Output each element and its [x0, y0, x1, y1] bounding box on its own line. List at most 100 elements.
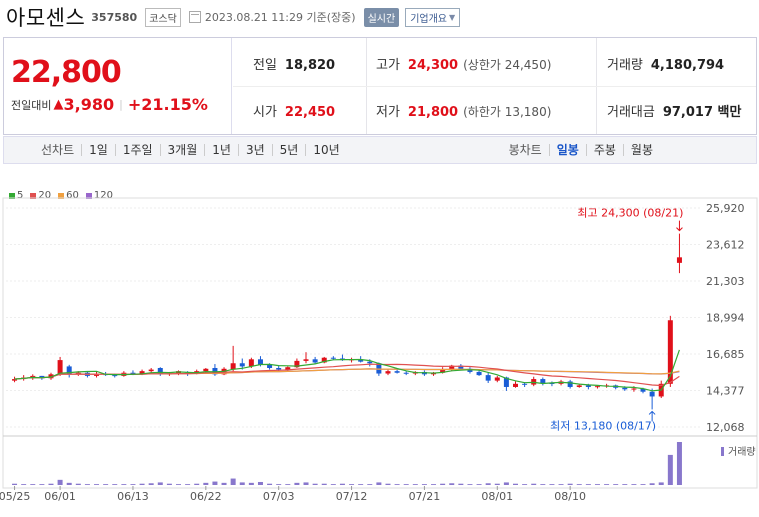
candle-body [321, 357, 327, 363]
upper-limit: (상한가 24,450) [463, 58, 552, 72]
volume-value: 4,180,794 [650, 58, 725, 73]
volume-bar [294, 482, 300, 485]
volume-bar [594, 484, 600, 485]
volume-bar [604, 484, 610, 485]
open-price: 시가 22,450 [253, 101, 335, 120]
volume-bar [667, 454, 673, 485]
volume-bar [257, 481, 263, 485]
volume-bar [531, 483, 537, 485]
candle-body [358, 359, 364, 362]
volume-bar [567, 483, 573, 485]
volume-bar [376, 482, 382, 485]
low-value: 21,800 [407, 105, 459, 120]
x-tick-label: 08/10 [554, 490, 586, 503]
volume-bar [467, 484, 473, 485]
chart-legend: 5 20 60 120 [9, 190, 113, 201]
volume-bar [30, 484, 36, 485]
up-triangle-icon: ▲ [53, 97, 64, 112]
candle-body [330, 357, 336, 359]
volume-bar [185, 484, 191, 485]
volume-bar [194, 483, 200, 485]
realtime-button[interactable]: 실시간 [363, 7, 400, 27]
prev-close-value: 18,820 [284, 58, 336, 73]
volume-bar [385, 483, 391, 485]
volume-bar [522, 484, 528, 485]
volume-bar [75, 483, 81, 485]
volume-bar [494, 483, 500, 485]
volume-bar [403, 484, 409, 485]
volume-bar [658, 482, 664, 485]
candle-body [549, 383, 555, 385]
volume-bar [513, 483, 518, 485]
legend-ma5: 5 [9, 190, 23, 201]
volume-bar [576, 484, 582, 485]
volume-bar [449, 483, 455, 485]
volume-bar [57, 479, 63, 485]
volume-bar [66, 482, 72, 485]
low-label: 저가 [376, 105, 400, 120]
period-daily[interactable]: 일봉 [548, 144, 586, 156]
volume-bar [48, 483, 54, 485]
y-tick-label: 18,994 [706, 312, 745, 325]
volume-bar [330, 484, 336, 485]
price-change-row: 전일대비 ▲ 3,980 | +21.15% [11, 95, 208, 114]
volume-bar [157, 482, 163, 485]
trade-amount: 거래대금 97,017 백만 [607, 101, 741, 120]
period-3m[interactable]: 3개월 [159, 144, 205, 156]
period-1y[interactable]: 1년 [204, 144, 238, 156]
candle-body [421, 371, 427, 375]
stock-code: 357580 [91, 10, 138, 24]
candle-body [267, 364, 273, 368]
y-tick-label: 23,612 [706, 239, 745, 252]
open-value: 22,450 [284, 105, 336, 120]
volume-bar [230, 478, 236, 485]
candle-body [558, 381, 564, 384]
period-1d[interactable]: 1일 [81, 144, 115, 156]
volume-legend-swatch [721, 447, 724, 456]
period-weekly[interactable]: 주봉 [585, 144, 623, 156]
volume-bar [239, 482, 245, 485]
period-5y[interactable]: 5년 [271, 144, 306, 156]
period-1w[interactable]: 1주일 [114, 144, 160, 156]
candle-body [257, 359, 263, 365]
period-3y[interactable]: 3년 [237, 144, 272, 156]
candle-body [303, 359, 309, 361]
high-price: 고가 24,300 (상한가 24,450) [376, 54, 551, 73]
volume: 거래량 4,180,794 [607, 54, 724, 73]
volume-bar [176, 484, 181, 485]
divider: | [119, 98, 123, 111]
y-tick-label: 21,303 [706, 275, 745, 288]
volume-bar [339, 483, 345, 485]
volume-bar [676, 442, 682, 485]
volume-bar [130, 484, 136, 485]
volume-bar [267, 483, 273, 485]
candle-body [194, 371, 200, 374]
volume-bar [39, 484, 45, 485]
candle-body [494, 377, 500, 381]
candle-body [585, 385, 591, 387]
candle-body [48, 374, 54, 379]
company-overview-button[interactable]: 기업개요 ▼ [405, 7, 461, 27]
candle-body [130, 372, 136, 375]
x-tick-label: 06/13 [117, 490, 149, 503]
volume-bar [121, 484, 127, 485]
candle-body [376, 363, 382, 374]
candle-body [522, 383, 528, 385]
volume-bar [394, 484, 400, 485]
candle-body [148, 369, 154, 372]
candle-body [513, 383, 518, 387]
divider [233, 86, 756, 87]
period-monthly[interactable]: 월봉 [622, 144, 660, 156]
period-10y[interactable]: 10년 [305, 144, 346, 156]
max-arrow [676, 220, 683, 232]
candle-body [139, 371, 145, 375]
candle-body [458, 365, 464, 369]
line-chart-label: 선차트 [41, 143, 75, 157]
volume-bar [412, 484, 418, 485]
volume-bar [431, 484, 437, 485]
x-tick-label: 06/22 [190, 490, 222, 503]
change-value: 3,980 [63, 95, 115, 114]
candle-body [84, 372, 90, 376]
legend-ma120-label: 120 [93, 190, 113, 201]
volume-bar [349, 484, 355, 485]
